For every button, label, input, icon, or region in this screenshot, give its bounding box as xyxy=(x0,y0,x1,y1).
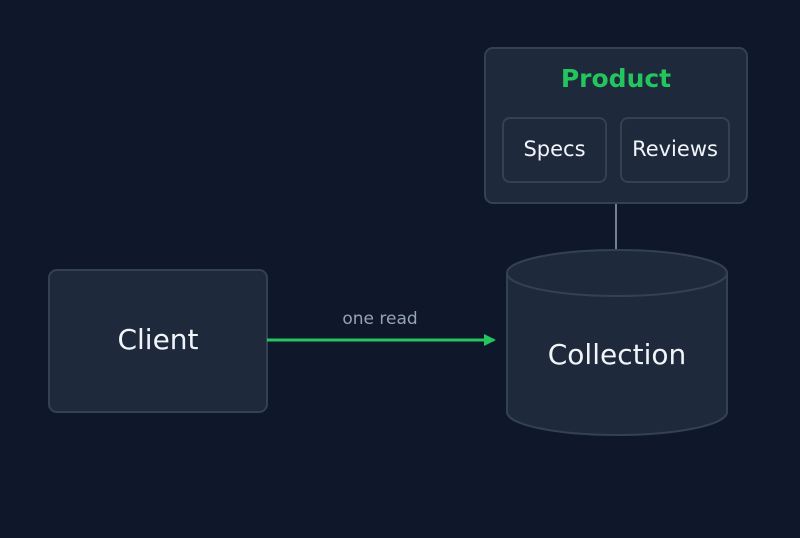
product-title: Product xyxy=(561,64,671,93)
collection-cylinder-top xyxy=(506,249,728,297)
collection-label: Collection xyxy=(548,338,687,371)
collection-node: Collection xyxy=(506,249,728,436)
read-edge: one read xyxy=(267,309,496,346)
edge-label: one read xyxy=(342,309,417,329)
client-node: Client xyxy=(48,269,268,413)
reviews-field-label: Reviews xyxy=(632,137,718,161)
specs-field-label: Specs xyxy=(523,137,585,161)
diagram-svg: Client one read Collection Product Specs… xyxy=(48,47,748,436)
product-document: Product Specs Reviews xyxy=(484,47,748,204)
diagram-canvas: Client one read Collection Product Specs… xyxy=(0,0,800,533)
client-label: Client xyxy=(117,323,198,356)
